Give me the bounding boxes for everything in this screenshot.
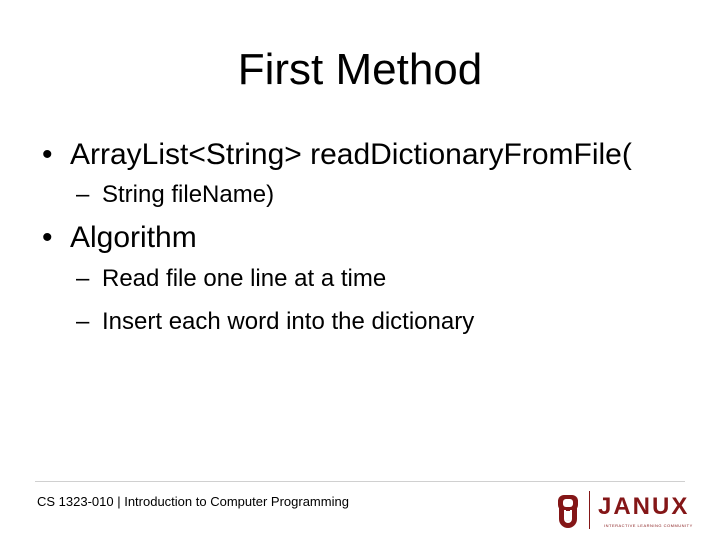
janux-logo: JANUX	[598, 493, 690, 520]
janux-logo-tagline: INTERACTIVE LEARNING COMMUNITY	[604, 523, 693, 528]
bullet-marker: •	[42, 138, 53, 171]
sub-bullet-text: String fileName)	[102, 181, 275, 208]
bullet-marker: •	[42, 221, 53, 254]
bullet-item: • ArrayList<String> readDictionaryFromFi…	[42, 137, 632, 173]
sub-bullet-item: – String fileName)	[76, 180, 275, 210]
sub-bullet-item: – Read file one line at a time	[76, 264, 387, 294]
footer-course-text: CS 1323-010 | Introduction to Computer P…	[37, 494, 349, 509]
slide: First Method • ArrayList<String> readDic…	[0, 0, 720, 540]
bullet-text: ArrayList<String> readDictionaryFromFile…	[70, 138, 632, 171]
sub-bullet-marker: –	[76, 181, 90, 208]
footer-divider	[35, 481, 685, 482]
bullet-text: Algorithm	[70, 221, 197, 254]
sub-bullet-marker: –	[76, 265, 90, 292]
sub-bullet-text: Read file one line at a time	[102, 265, 387, 292]
sub-bullet-text: Insert each word into the dictionary	[102, 308, 475, 335]
bullet-item: • Algorithm	[42, 220, 197, 256]
logo-divider	[589, 491, 590, 529]
slide-title: First Method	[237, 45, 483, 94]
sub-bullet-item: – Insert each word into the dictionary	[76, 307, 475, 337]
sub-bullet-marker: –	[76, 308, 90, 335]
ou-monogram-icon	[558, 495, 578, 528]
